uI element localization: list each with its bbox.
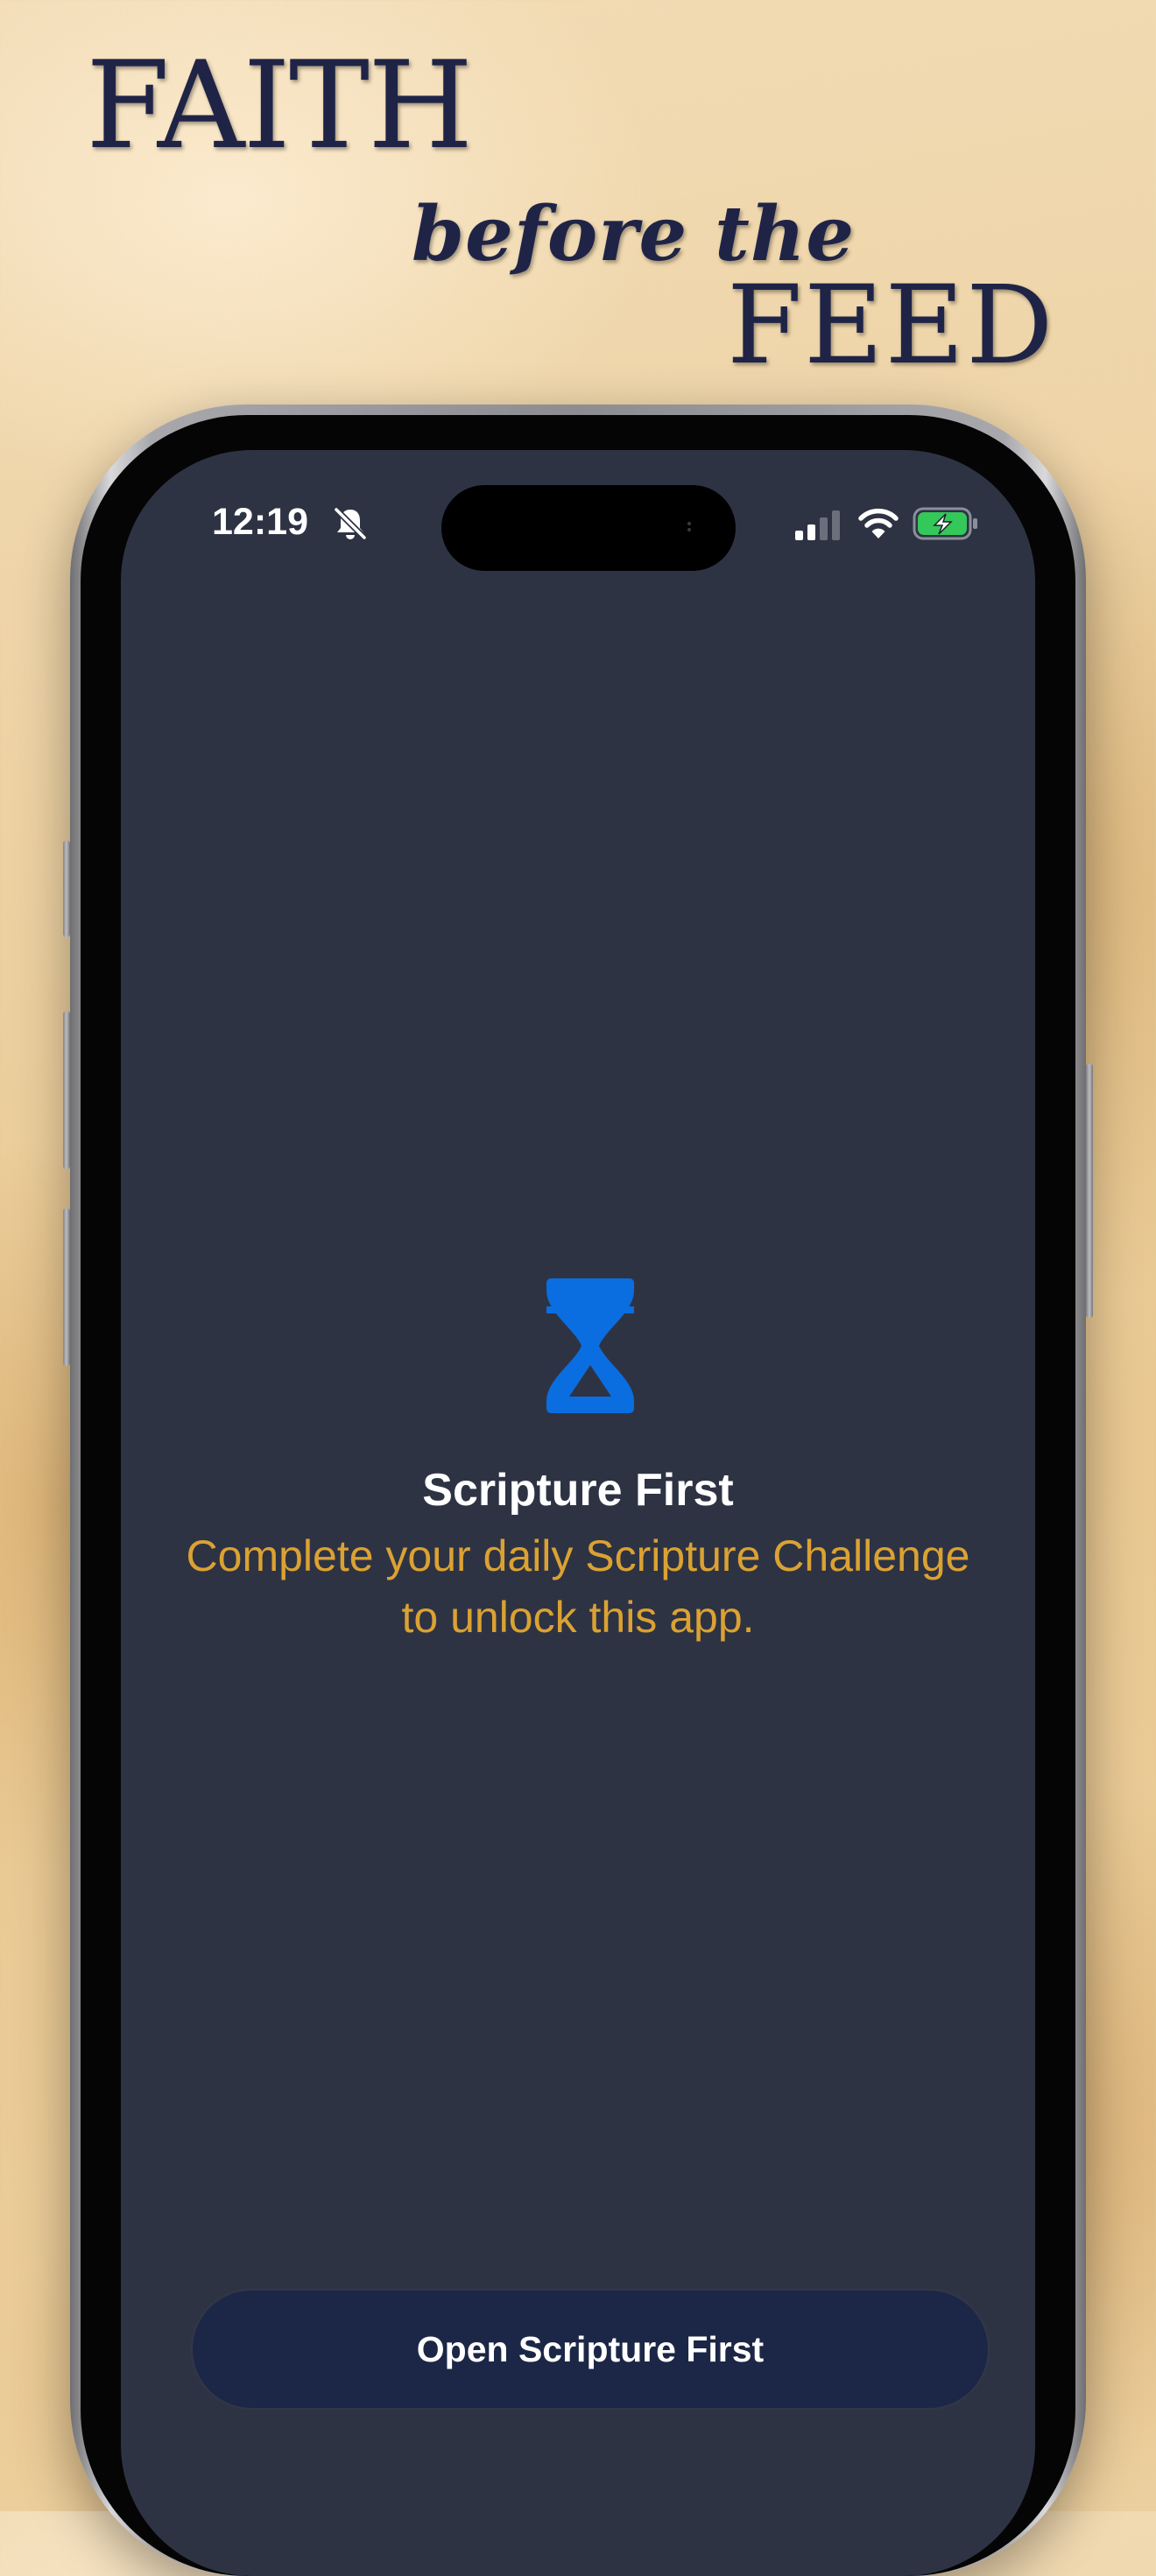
phone-bezel: 12:19 Scripture First Complete your dail…: [81, 415, 1075, 2576]
shield-title: Scripture First: [422, 1465, 734, 1516]
camera-dots-icon: [687, 522, 691, 531]
volume-down-button: [63, 1208, 70, 1366]
status-time: 12:19: [212, 501, 308, 543]
cellular-signal-icon: [795, 510, 840, 540]
shield-subtitle: Complete your daily Scripture Challenge …: [186, 1531, 970, 1642]
bell-slash-icon: [334, 507, 367, 540]
headline-feed: FEED: [727, 263, 1055, 389]
headline: FAITH before the FEED: [0, 0, 1156, 385]
headline-before-the: before the: [412, 190, 856, 278]
volume-up-button: [63, 1011, 70, 1169]
open-scripture-first-button[interactable]: Open Scripture First: [193, 2291, 988, 2408]
wifi-icon: [858, 508, 899, 538]
dynamic-island: [441, 485, 736, 571]
action-button: [63, 841, 70, 937]
hourglass-icon: [546, 1278, 634, 1413]
battery-charging-icon: [913, 507, 977, 540]
phone-frame: 12:19 Scripture First Complete your dail…: [70, 405, 1086, 2576]
power-button: [1086, 1064, 1093, 1318]
phone-screen: 12:19 Scripture First Complete your dail…: [121, 450, 1035, 2576]
headline-faith: FAITH: [86, 35, 473, 176]
